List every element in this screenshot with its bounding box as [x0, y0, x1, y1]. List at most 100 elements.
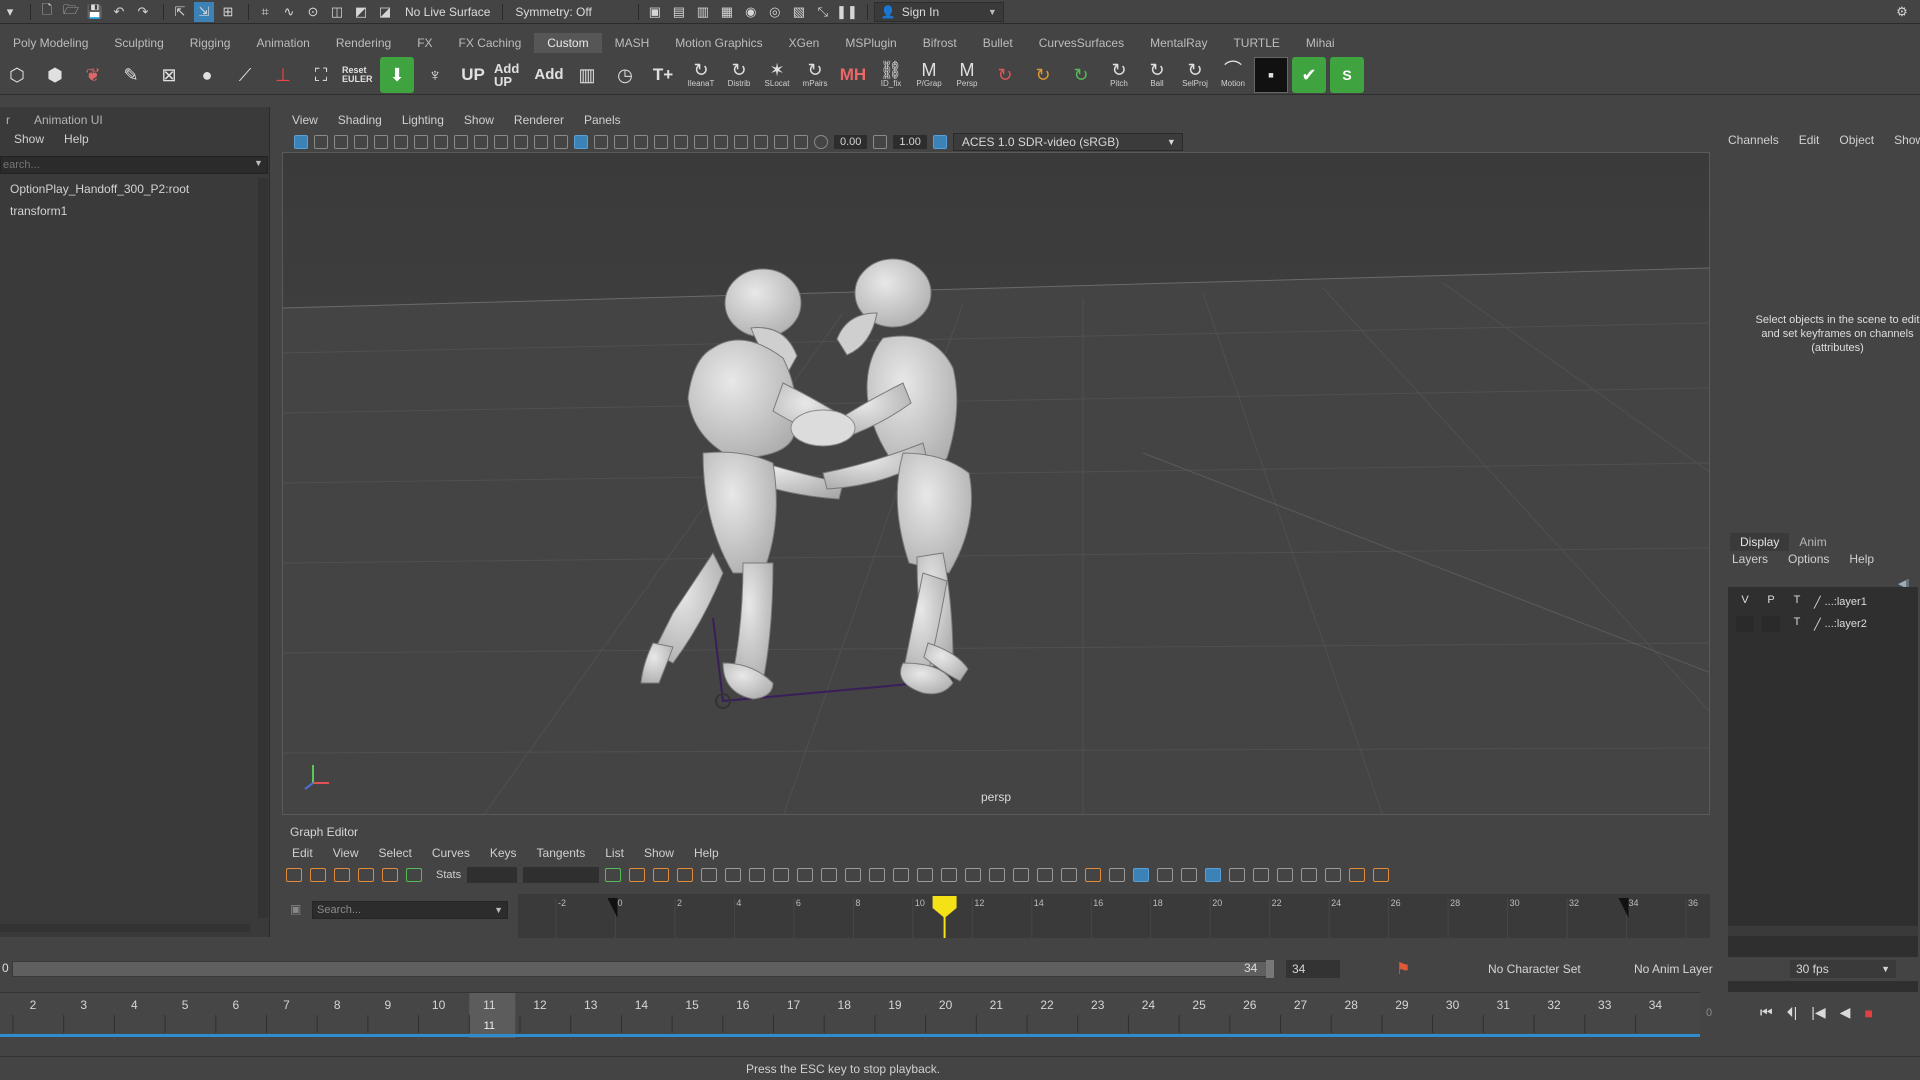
symmetry-dropdown[interactable]: Symmetry: Off	[509, 2, 597, 22]
snap-together-icon[interactable]: ⤡	[813, 2, 833, 22]
shelf-script-motion[interactable]: ⌒ Motion	[1216, 57, 1250, 93]
shelf-tab-sculpting[interactable]: Sculpting	[101, 33, 176, 53]
step-back-frame-icon[interactable]: |◀	[1811, 1004, 1825, 1021]
image-plane-icon[interactable]	[354, 135, 368, 149]
motion-blur-icon[interactable]	[694, 135, 708, 149]
shelf-rig-icon[interactable]: ♆	[418, 57, 452, 93]
channel-object-menu[interactable]: Object	[1829, 133, 1884, 147]
football-model[interactable]	[790, 409, 856, 447]
stats-toggle-icon[interactable]	[605, 868, 622, 882]
snap-curve-icon[interactable]: ∿	[279, 2, 299, 22]
undo-icon[interactable]: ↶	[109, 2, 129, 22]
shelf-script-slocat[interactable]: ✶ SLocat	[760, 57, 794, 93]
go-to-start-icon[interactable]: ⏮	[1760, 1004, 1773, 1021]
render-setup-icon[interactable]: ◎	[765, 2, 785, 22]
retime-icon[interactable]	[382, 868, 398, 882]
unify-tangent-icon[interactable]	[893, 868, 910, 882]
linear-tangent-icon[interactable]	[773, 868, 790, 882]
color-space-dropdown[interactable]: ACES 1.0 SDR-video (sRGB) ▼	[952, 133, 1183, 151]
stats-field-value[interactable]	[523, 867, 600, 883]
resample-icon[interactable]	[1229, 868, 1246, 882]
layer-visibility-toggle[interactable]: V	[1736, 594, 1754, 610]
shelf-script-selproj[interactable]: ↻ SelProj	[1178, 57, 1212, 93]
outliner-search-chevron-icon[interactable]: ▼	[254, 158, 263, 168]
viewport-menu-lighting[interactable]: Lighting	[392, 113, 454, 127]
lock-weight-icon[interactable]	[941, 868, 958, 882]
select-component-icon[interactable]: ⊞	[218, 2, 238, 22]
shelf-mesh-icon[interactable]: ⬡	[0, 57, 34, 93]
shelf-terminal-icon[interactable]: ▪	[1254, 56, 1288, 93]
key-stats-icon[interactable]	[1349, 868, 1366, 882]
layer-visibility-toggle[interactable]	[1736, 616, 1754, 632]
auto-key-icon[interactable]: ⚑	[1396, 959, 1410, 979]
bookmark-icon[interactable]	[334, 135, 348, 149]
add-up-button[interactable]: Add UP	[494, 57, 528, 93]
insert-key-icon[interactable]	[310, 868, 326, 882]
wireframe-on-shaded-icon[interactable]	[594, 135, 608, 149]
exposure-field[interactable]: 0.00	[834, 135, 868, 149]
use-all-lights-icon[interactable]	[634, 135, 648, 149]
shelf-ik-icon[interactable]: ⛶	[304, 57, 338, 93]
up-button[interactable]: UP	[456, 57, 490, 93]
sign-in-dropdown[interactable]: 👤 Sign In ▼	[873, 1, 1004, 22]
shelf-grid-icon[interactable]: ⊠	[152, 57, 186, 93]
render-view-icon[interactable]: ▣	[645, 2, 665, 22]
shelf-tab-xgen[interactable]: XGen	[776, 33, 833, 53]
flat-tangent-icon[interactable]	[797, 868, 814, 882]
snap-grid-icon[interactable]: ⌗	[255, 2, 275, 22]
menu-set-arrow-icon[interactable]: ▾	[0, 2, 20, 22]
shelf-script-distrib[interactable]: ↻ Distrib	[722, 57, 756, 93]
ge-menu-curves[interactable]: Curves	[422, 846, 480, 860]
outliner-scrollbar[interactable]	[258, 178, 268, 918]
spline-tangent-icon[interactable]	[725, 868, 742, 882]
outliner-menu-help[interactable]: Help	[54, 132, 99, 146]
shelf-paint-icon[interactable]: ✎	[114, 57, 148, 93]
channels-menu[interactable]: Channels	[1720, 133, 1789, 147]
shelf-tab-rendering[interactable]: Rendering	[323, 33, 404, 53]
shelf-tab-mash[interactable]: MASH	[602, 33, 663, 53]
t-plus-button[interactable]: T+	[646, 57, 680, 93]
ge-menu-show[interactable]: Show	[634, 846, 684, 860]
shelf-tab-custom[interactable]: Custom	[534, 33, 602, 53]
shelf-check-down-icon[interactable]: ⬇	[380, 56, 414, 93]
free-weight-icon[interactable]	[917, 868, 934, 882]
isolate-select-icon[interactable]	[734, 135, 748, 149]
trax-editor-icon[interactable]	[1325, 868, 1342, 882]
shelf-script-persp[interactable]: M Persp	[950, 57, 984, 93]
shelf-book-icon[interactable]: ▥	[570, 57, 604, 93]
animation-ui-tab[interactable]: Animation UI	[16, 113, 103, 127]
denormalize-icon[interactable]	[1157, 868, 1174, 882]
value-snap-icon[interactable]	[1061, 868, 1078, 882]
stats-field-time[interactable]	[467, 867, 518, 883]
camera-attributes-icon[interactable]	[314, 135, 328, 149]
ge-menu-view[interactable]: View	[323, 846, 369, 860]
add-button[interactable]: Add	[532, 57, 566, 93]
xray-joints-icon[interactable]	[774, 135, 788, 149]
viewport-3d[interactable]: persp	[282, 152, 1710, 815]
outliner-item-transform1[interactable]: transform1	[0, 200, 258, 222]
current-frame-field[interactable]: 0	[1706, 1007, 1746, 1019]
smooth-shade-icon[interactable]	[574, 135, 588, 149]
channel-edit-menu[interactable]: Edit	[1789, 133, 1830, 147]
stop-icon[interactable]: ■	[1864, 1005, 1872, 1021]
ge-search-input[interactable]: Search... ▼	[312, 901, 508, 919]
shelf-script-green[interactable]: ↻	[1064, 57, 1098, 93]
mh-button[interactable]: MH	[836, 57, 870, 93]
layer-playback-toggle[interactable]: P	[1762, 594, 1780, 610]
select-camera-icon[interactable]	[294, 135, 308, 149]
gamma-field[interactable]: 1.00	[893, 135, 927, 149]
shelf-tab-turtle[interactable]: TURTLE	[1220, 33, 1292, 53]
redo-icon[interactable]: ↷	[133, 2, 153, 22]
exposure-icon[interactable]	[814, 135, 828, 149]
ge-filter-icon[interactable]: ▣	[290, 902, 301, 916]
film-gate-icon[interactable]	[434, 135, 448, 149]
layer-row[interactable]: V P T ╱ ...:layer1	[1728, 591, 1918, 613]
viewport-menu-shading[interactable]: Shading	[328, 113, 392, 127]
safe-action-icon[interactable]	[514, 135, 528, 149]
shelf-tab-animation[interactable]: Animation	[243, 33, 322, 53]
shelf-script-ball[interactable]: ↻ Ball	[1140, 57, 1174, 93]
outliner-hscroll[interactable]	[0, 924, 250, 932]
shelf-script-idfix[interactable]: ⛓ ID_fix	[874, 57, 908, 93]
shadows-icon[interactable]	[654, 135, 668, 149]
outliner-item-root[interactable]: OptionPlay_Handoff_300_P2:root	[0, 178, 258, 200]
